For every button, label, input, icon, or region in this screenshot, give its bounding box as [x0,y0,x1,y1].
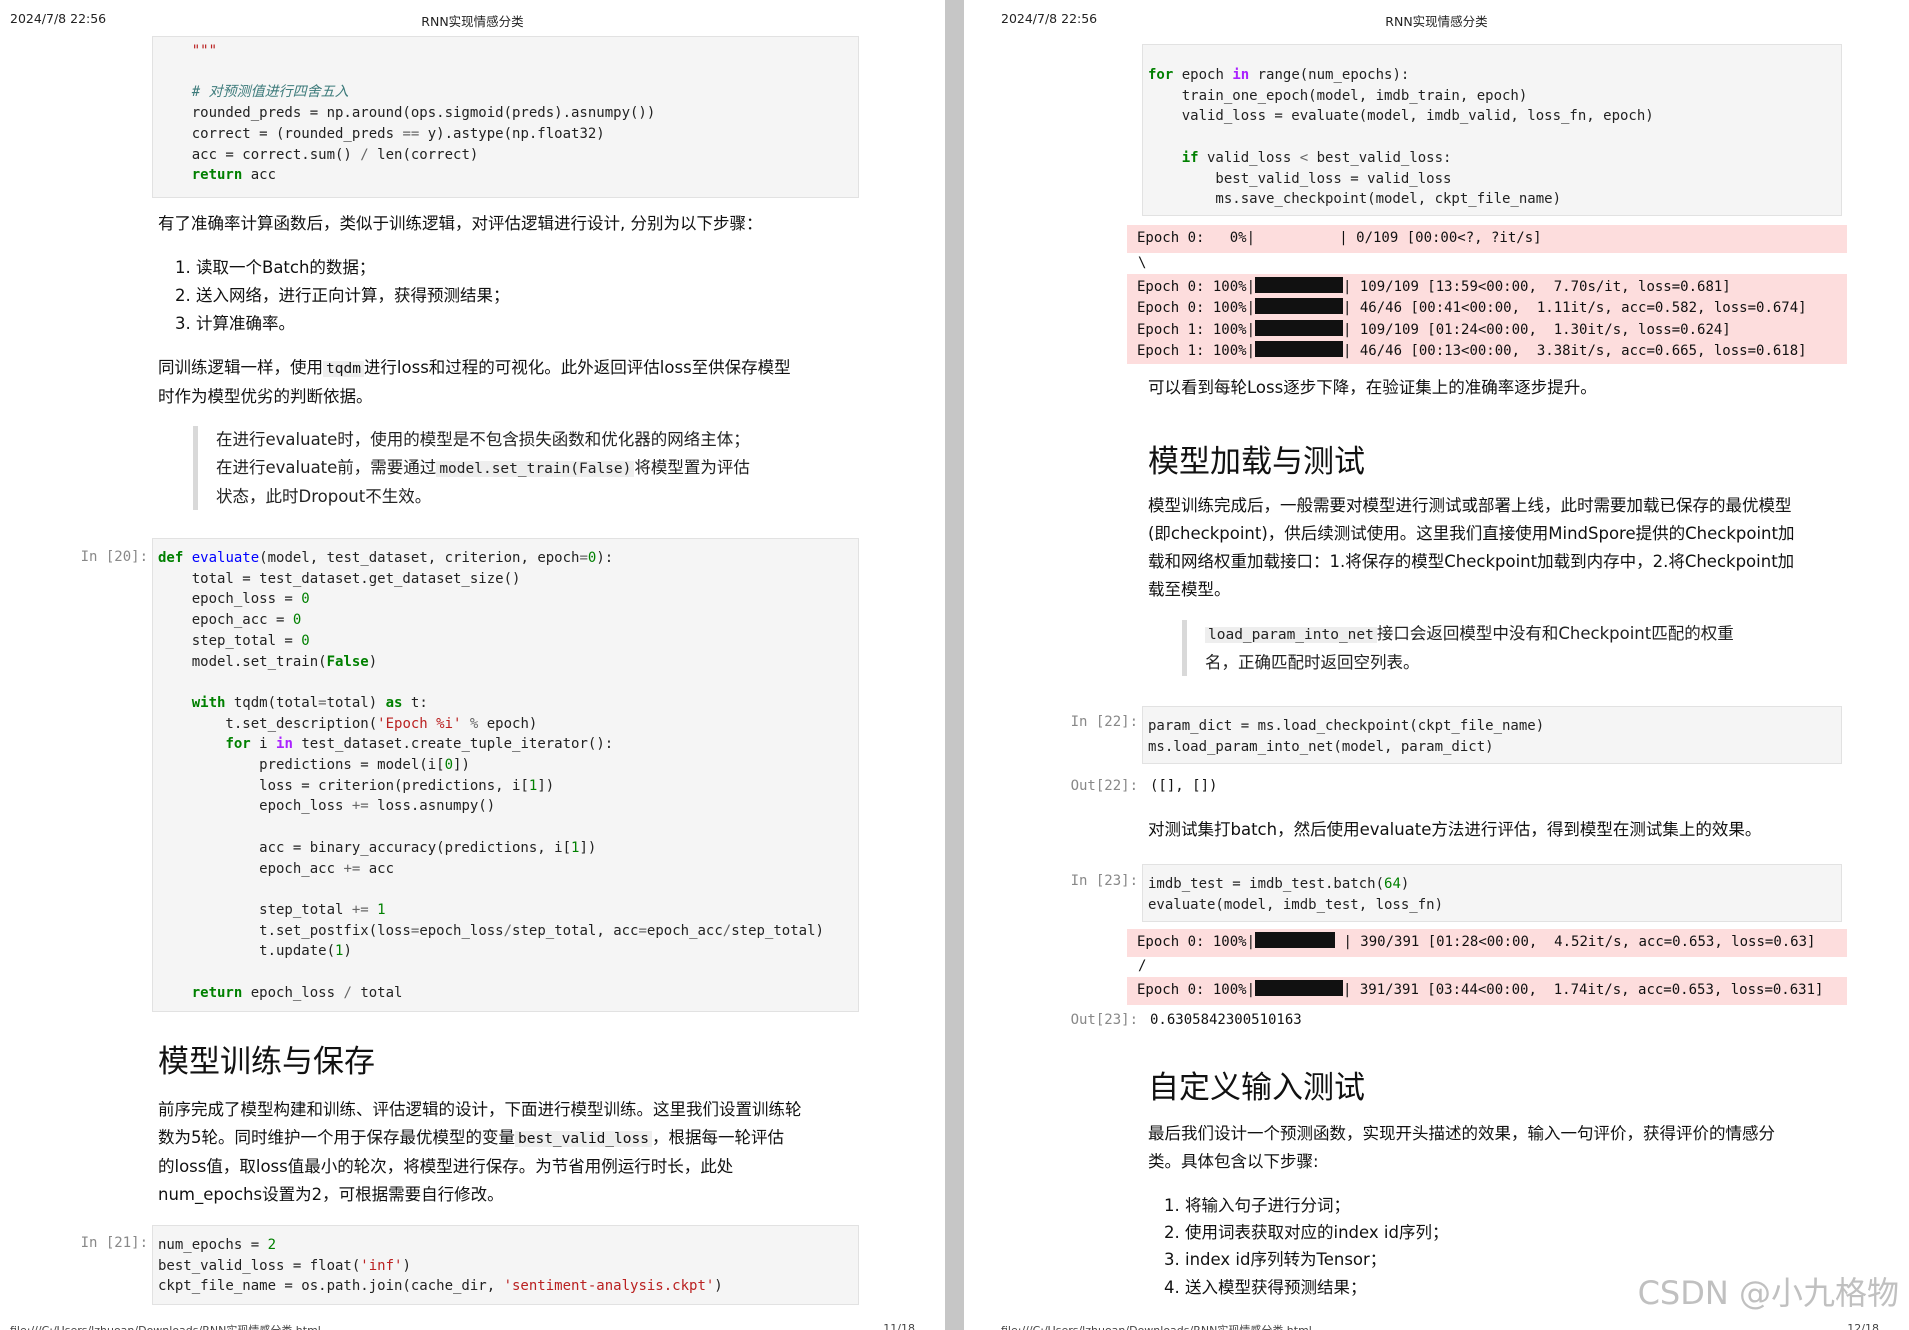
progress-output: Epoch 0: 100%| | 391/391 [03:44<00:00, 1.… [1127,977,1847,1005]
progress-bar [1255,340,1344,357]
section-heading: 模型训练与保存 [158,1044,375,1080]
right-page: 2024/7/8 22:56 RNN实现情感分类 for epoch in ra… [964,0,1909,1330]
list-item: 3. index id序列转为Tensor； [1164,1250,1387,1269]
left-page: 2024/7/8 22:56 RNN实现情感分类 """ # 对预测值进行四舍五… [0,0,945,1330]
progress-bar [1255,319,1344,336]
header-title: RNN实现情感分类 [1385,14,1488,29]
header-title: RNN实现情感分类 [421,14,524,29]
out-prompt: Out[22]: [1070,778,1138,794]
code-cell-22[interactable]: param_dict = ms.load_checkpoint(ckpt_fil… [1142,706,1842,764]
paragraph: 对测试集打batch，然后使用evaluate方法进行评估，得到模型在测试集上的… [1148,820,1762,839]
section-heading: 自定义输入测试 [1148,1070,1365,1106]
output-text: \ [1138,255,1147,271]
list-item: 1. 将输入句子进行分词； [1164,1196,1350,1215]
code-cell-21[interactable]: num_epochs = 2 best_valid_loss = float('… [152,1225,859,1305]
progress-bar [1255,277,1344,293]
progress-bar [1255,298,1344,315]
paragraph: 模型训练完成后，一般需要对模型进行测试或部署上线，此时需要加载已保存的最优模型 … [1148,496,1795,599]
page-separator [945,0,964,1330]
code-cell-19-tail: """ # 对预测值进行四舍五入 rounded_preds = np.arou… [152,36,859,198]
output-text: 0.6305842300510163 [1150,1012,1302,1028]
progress-bar [1255,932,1336,948]
list-item: 2. 使用词表获取对应的index id序列； [1164,1223,1449,1242]
footer-path: file:///C:/Users/lzhuoan/Downloads/RNN实现… [10,1322,321,1330]
paragraph: 可以看到每轮Loss逐步下降，在验证集上的准确率逐步提升。 [1148,378,1597,397]
cell-prompt: In [21]: [80,1235,148,1251]
cell-prompt: In [20]: [80,549,148,565]
output-text: / [1138,958,1147,974]
code-cell-train-loop: for epoch in range(num_epochs): train_on… [1142,44,1842,216]
progress-output: Epoch 0: 100%| | 109/109 [13:59<00:00, 7.… [1127,274,1847,364]
list-item: 1. 读取一个Batch的数据； [175,258,376,277]
blockquote: 在进行evaluate时，使用的模型是不包含损失函数和优化器的网络主体； 在进行… [193,426,750,510]
cell-prompt: In [23]: [1070,873,1138,889]
code-cell-23[interactable]: imdb_test = imdb_test.batch(64) evaluate… [1142,864,1842,922]
footer-page: 11/18 [883,1322,915,1330]
code-cell-20[interactable]: def evaluate(model, test_dataset, criter… [152,538,859,1012]
list-item: 4. 送入模型获得预测结果； [1164,1278,1367,1297]
blockquote: load_param_into_net 接口会返回模型中没有和Checkpoint… [1182,620,1734,676]
out-prompt: Out[23]: [1070,1012,1138,1028]
paragraph: 有了准确率计算函数后，类似于训练逻辑，对评估逻辑进行设计, 分别为以下步骤： [158,214,763,233]
watermark: CSDN @小九格物 [1637,1274,1899,1312]
progress-output: Epoch 0: 100%| | 390/391 [01:28<00:00, 4… [1127,929,1847,957]
paragraph: 最后我们设计一个预测函数，实现开头描述的效果，输入一句评价，获得评价的情感分 类… [1148,1124,1775,1171]
paragraph: 前序完成了模型构建和训练、评估逻辑的设计，下面进行模型训练。这里我们设置训练轮 … [158,1100,802,1204]
progress-bar [1255,980,1344,996]
list-item: 2. 送入网络，进行正向计算，获得预测结果； [175,286,510,305]
footer-path: file:///C:/Users/lzhuoan/Downloads/RNN实现… [1001,1322,1312,1330]
section-heading: 模型加载与测试 [1148,444,1365,480]
list-item: 3. 计算准确率。 [175,314,295,333]
paragraph: 同训练逻辑一样，使用 tqdm 进行loss和过程的可视化。此外返回评估loss至供… [158,358,791,406]
footer-page: 12/18 [1847,1322,1879,1330]
output-text: ([], []) [1150,778,1218,794]
progress-output: Epoch 0: 0%| | 0/109 [00:00<?, ?it/s] [1127,225,1847,253]
cell-prompt: In [22]: [1070,714,1138,730]
